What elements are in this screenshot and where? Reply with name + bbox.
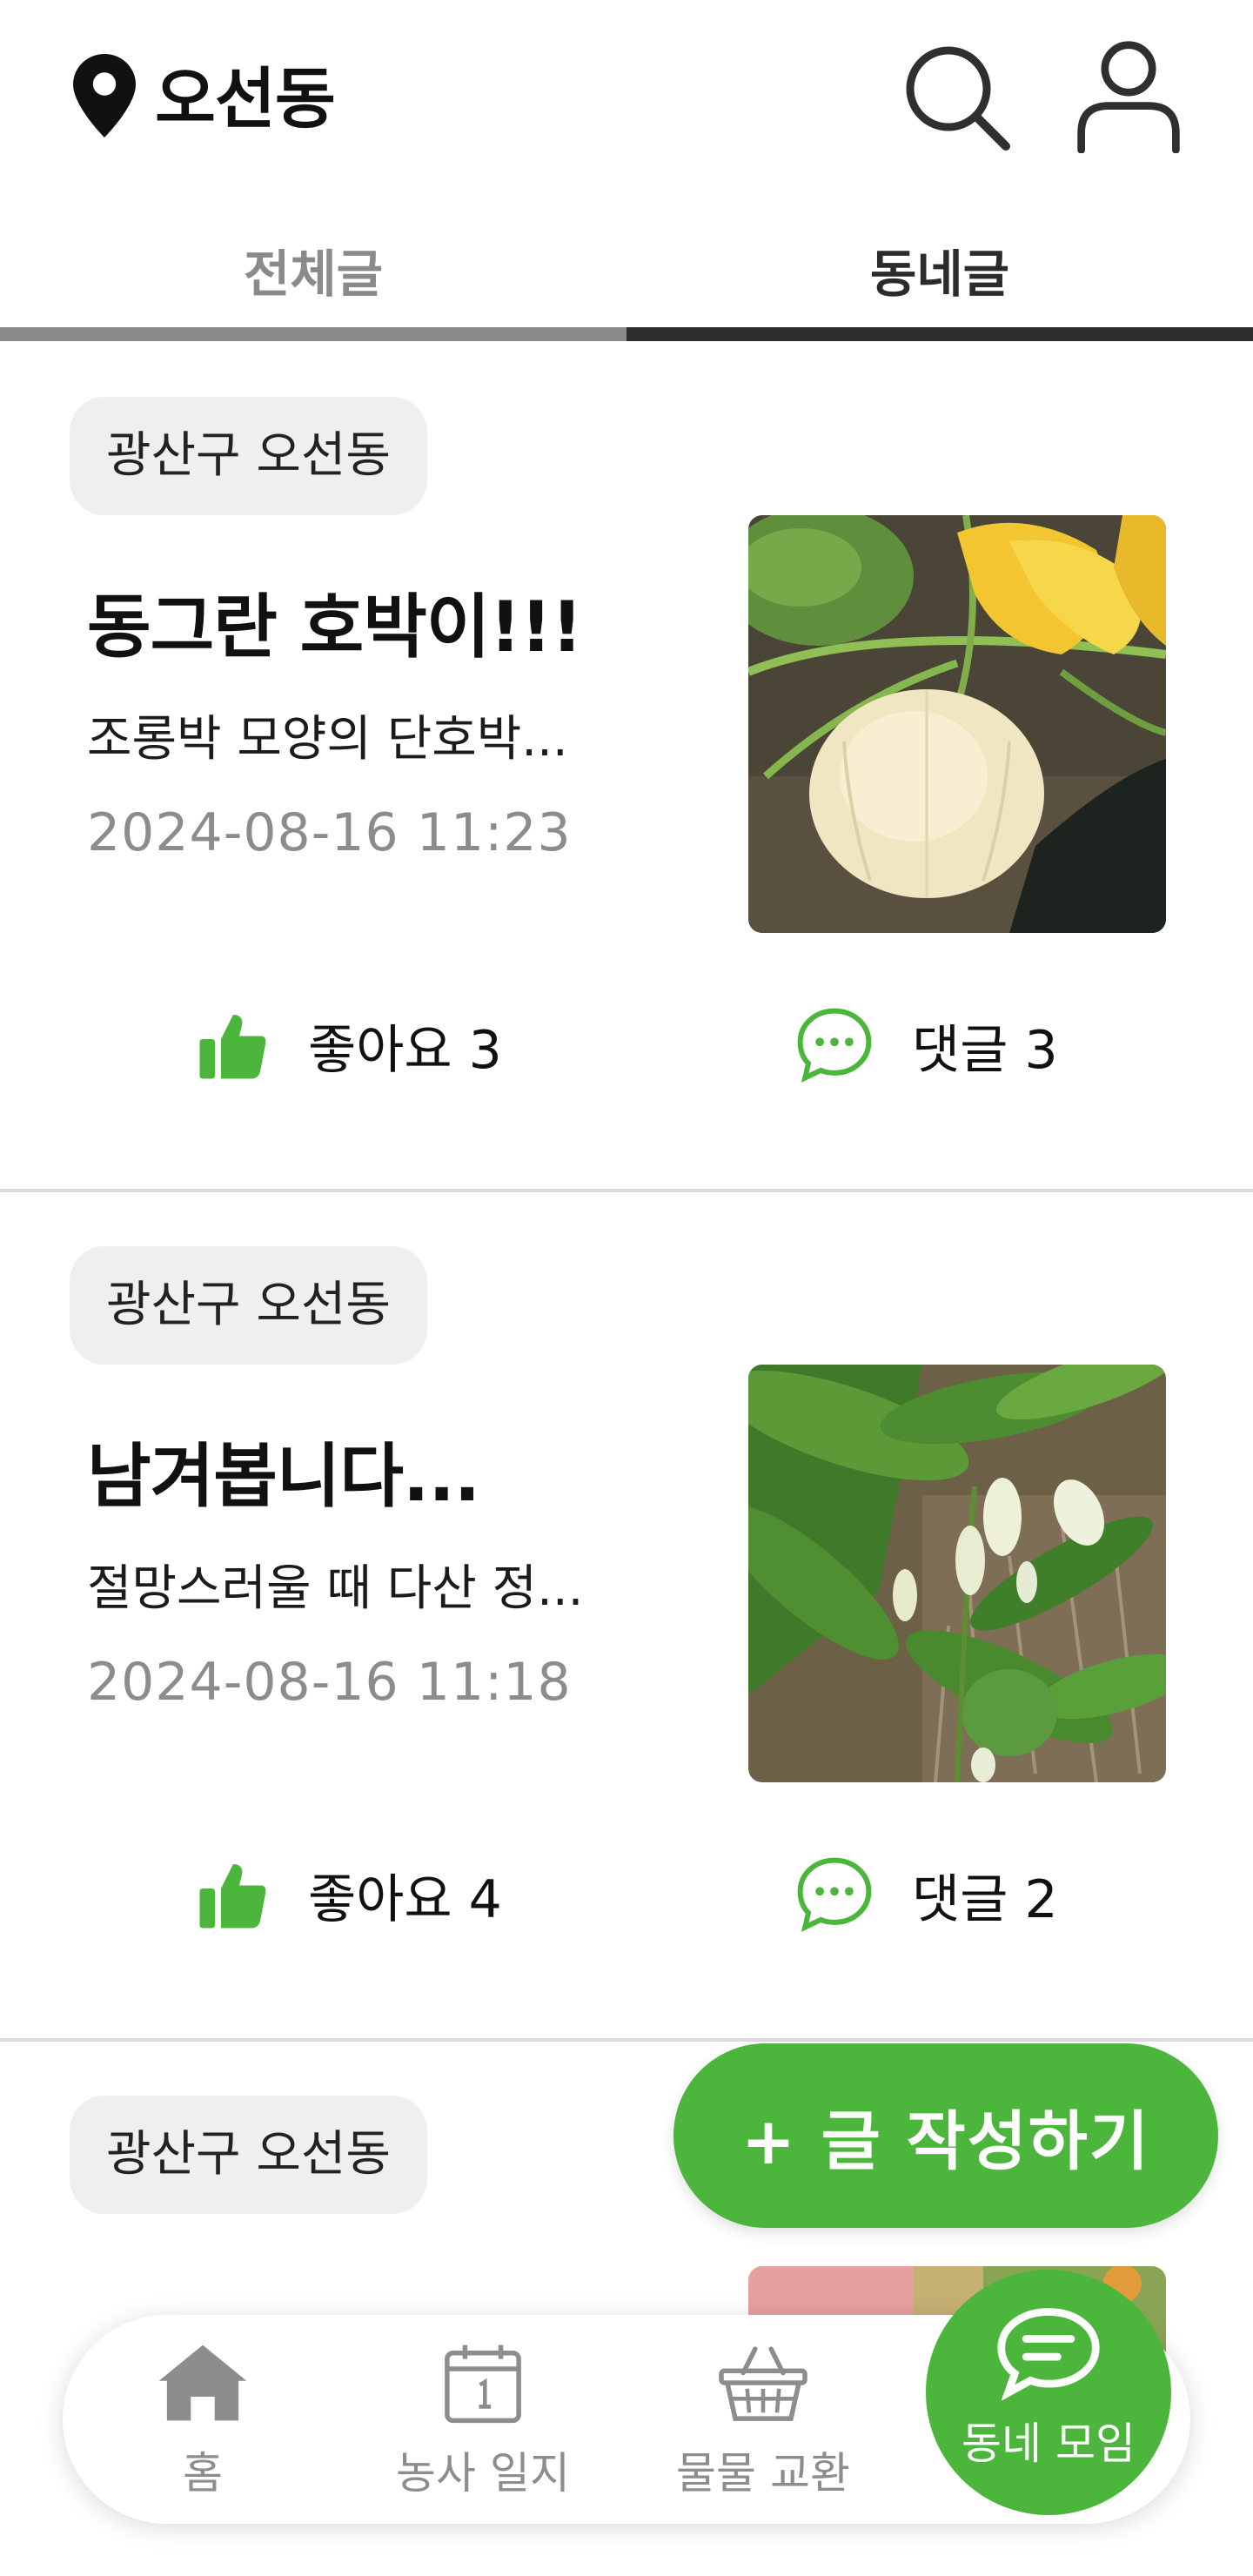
app-root: 오선동 전체글 동네글 광산구 오선동 동그란 호박이!!! 조롱박 모양의 단… bbox=[0, 0, 1253, 2576]
comment-bubble-icon bbox=[797, 1008, 872, 1083]
comment-count: 댓글 3 bbox=[912, 1019, 1058, 1081]
like-button[interactable]: 좋아요 3 bbox=[197, 1006, 502, 1084]
user-icon[interactable] bbox=[1074, 38, 1183, 153]
nav-community[interactable]: 동네 모임 bbox=[926, 2270, 1171, 2515]
write-post-button[interactable]: + 글 작성하기 bbox=[673, 2043, 1218, 2228]
like-count: 좋아요 3 bbox=[308, 1019, 502, 1081]
region-chip: 광산구 오선동 bbox=[70, 1246, 427, 1365]
nav-barter[interactable]: 물물 교환 bbox=[623, 2315, 903, 2524]
chat-icon bbox=[997, 2308, 1100, 2400]
location-pin-icon bbox=[73, 54, 136, 138]
flower-photo[interactable] bbox=[748, 1365, 1166, 1782]
tab-all-posts[interactable]: 전체글 bbox=[0, 209, 626, 331]
like-button[interactable]: 좋아요 4 bbox=[197, 1855, 502, 1934]
post-title[interactable]: 남겨봅니다... bbox=[87, 1420, 480, 1521]
comment-button[interactable]: 댓글 2 bbox=[795, 1855, 1058, 1934]
location-title[interactable]: 오선동 bbox=[155, 45, 336, 141]
search-icon[interactable] bbox=[901, 42, 1013, 153]
post-card[interactable]: 광산구 오선동 남겨봅니다... 절망스러울 때 다산 정... 2024-08… bbox=[0, 1192, 1253, 2042]
post-date: 2024-08-16 11:23 bbox=[87, 802, 572, 863]
home-icon bbox=[158, 2345, 247, 2421]
basket-icon bbox=[719, 2346, 807, 2421]
comment-button[interactable]: 댓글 3 bbox=[795, 1006, 1058, 1084]
thumbs-up-icon bbox=[199, 1015, 266, 1079]
post-snippet: 절망스러울 때 다산 정... bbox=[87, 1560, 584, 1617]
post-card[interactable]: 광산구 오선동 동그란 호박이!!! 조롱박 모양의 단호박... 2024-0… bbox=[0, 343, 1253, 1192]
nav-community-label: 동네 모임 bbox=[962, 2418, 1136, 2469]
feed-tabs: 전체글 동네글 bbox=[0, 209, 1253, 341]
like-count: 좋아요 4 bbox=[308, 1868, 502, 1930]
post-title[interactable]: 동그란 호박이!!! bbox=[87, 571, 583, 672]
calendar-icon bbox=[445, 2345, 521, 2424]
nav-farm-diary-label: 농사 일지 bbox=[396, 2448, 570, 2499]
region-chip: 광산구 오선동 bbox=[70, 397, 427, 515]
comment-count: 댓글 2 bbox=[912, 1868, 1058, 1930]
nav-barter-label: 물물 교환 bbox=[676, 2448, 850, 2499]
tab-indicator-inactive bbox=[0, 327, 626, 341]
tab-local-posts[interactable]: 동네글 bbox=[626, 209, 1253, 331]
post-date: 2024-08-16 11:18 bbox=[87, 1652, 572, 1713]
nav-farm-diary[interactable]: 농사 일지 bbox=[343, 2315, 623, 2524]
top-header: 오선동 bbox=[0, 0, 1253, 183]
comment-bubble-icon bbox=[797, 1857, 872, 1932]
pumpkin-photo[interactable] bbox=[748, 515, 1166, 933]
post-snippet: 조롱박 모양의 단호박... bbox=[87, 711, 568, 768]
nav-home[interactable]: 홈 bbox=[63, 2315, 343, 2524]
thumbs-up-icon bbox=[199, 1864, 266, 1929]
region-chip: 광산구 오선동 bbox=[70, 2096, 427, 2214]
nav-home-label: 홈 bbox=[183, 2448, 223, 2499]
tab-indicator-active bbox=[626, 327, 1253, 341]
